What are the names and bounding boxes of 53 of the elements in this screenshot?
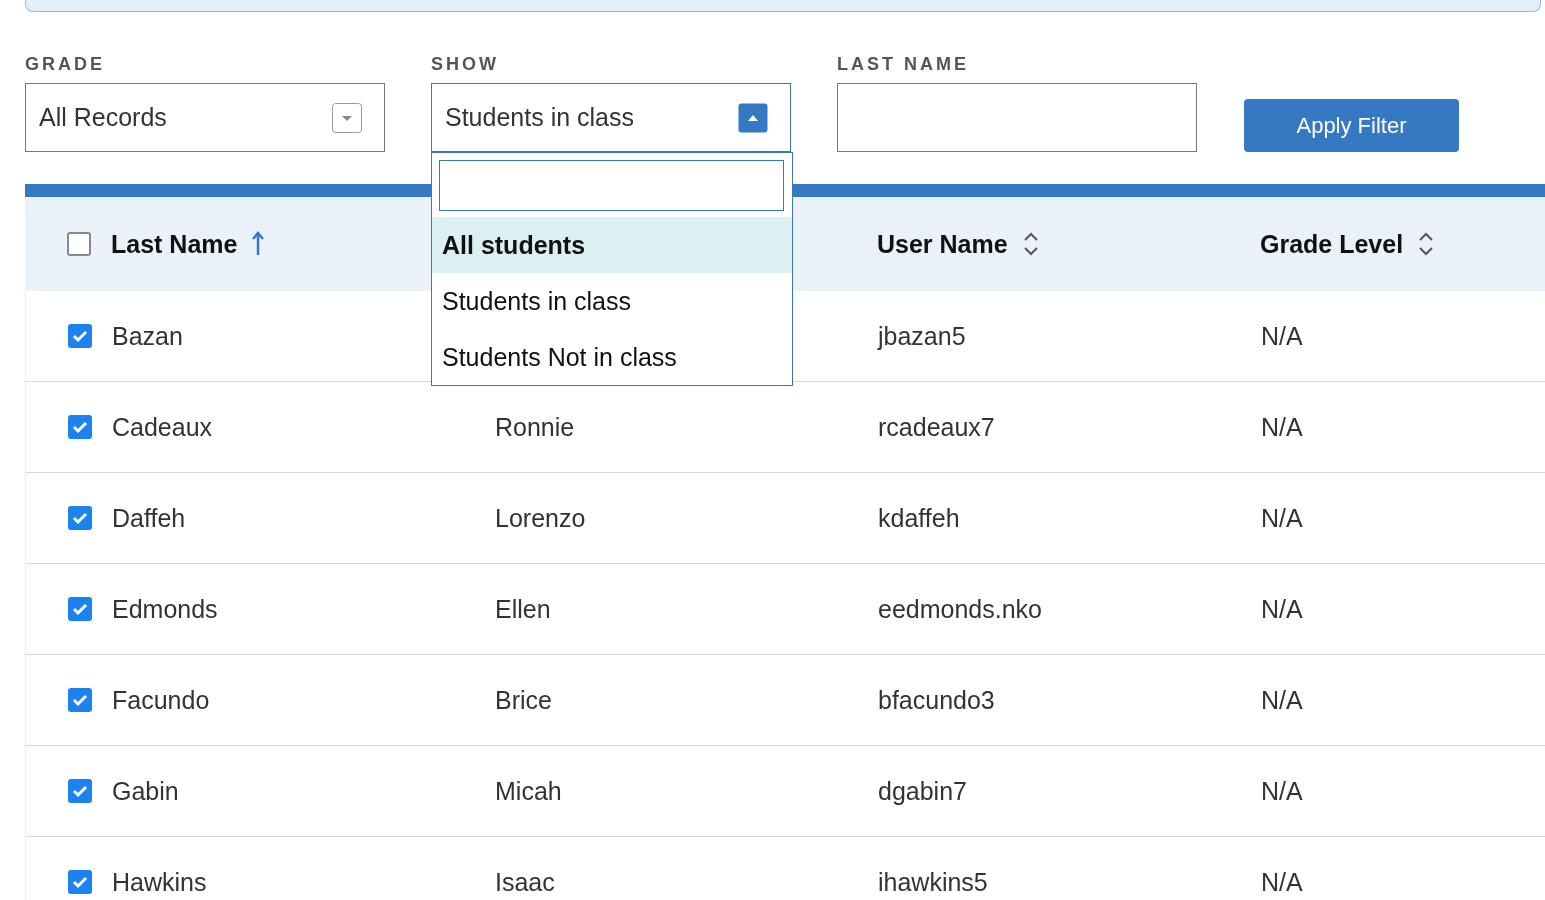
checkbox[interactable]	[67, 232, 91, 256]
table-cell: rcadeaux7	[878, 412, 995, 441]
filter-label: SHOW	[431, 53, 500, 75]
checkbox[interactable]	[68, 688, 92, 712]
table-cell: Facundo	[112, 685, 210, 714]
column-header[interactable]: Last Name	[111, 229, 238, 259]
sort-icon[interactable]	[1021, 231, 1040, 257]
dropdown-option[interactable]: Students Not in class	[432, 329, 792, 385]
table-cell: ihawkins5	[878, 867, 988, 896]
table-cell: dgabin7	[878, 776, 967, 805]
table-cell: kdaffeh	[878, 503, 960, 532]
sort-icon[interactable]	[1417, 231, 1436, 257]
dropdown-option[interactable]: Students in class	[432, 273, 792, 329]
table-cell: N/A	[1261, 321, 1303, 350]
sort-ascending-icon[interactable]	[251, 231, 266, 257]
dropdown-option[interactable]: All students	[432, 217, 792, 273]
table-cell: Hawkins	[112, 867, 207, 896]
table-cell: Edmonds	[112, 594, 218, 623]
table-cell: Brice	[495, 685, 552, 714]
table-cell: Bazan	[112, 321, 183, 350]
filter-label: GRADE	[25, 53, 106, 75]
search-field[interactable]	[439, 160, 784, 211]
table-cell: Cadeaux	[112, 412, 213, 441]
column-header[interactable]: Grade Level	[1260, 229, 1404, 259]
table-cell: eedmonds.nko	[878, 594, 1042, 623]
table-cell: jbazan5	[878, 321, 966, 350]
checkbox[interactable]	[68, 415, 92, 439]
table-cell: Daffeh	[112, 503, 186, 532]
table-cell: Isaac	[495, 867, 555, 896]
last-name-field[interactable]	[837, 83, 1197, 152]
caret-down-icon	[332, 102, 362, 133]
table-cell: Micah	[495, 776, 562, 805]
checkbox[interactable]	[68, 324, 92, 348]
table-cell: Ellen	[495, 594, 551, 623]
checkbox[interactable]	[68, 597, 92, 621]
table-cell: Gabin	[112, 776, 179, 805]
table-cell: N/A	[1261, 867, 1303, 896]
caret-up-icon	[738, 102, 768, 133]
checkbox[interactable]	[68, 506, 92, 530]
select-field[interactable]: All Records	[25, 83, 385, 152]
table-cell: bfacundo3	[878, 685, 995, 714]
table-cell: Lorenzo	[495, 503, 586, 532]
checkbox[interactable]	[68, 779, 92, 803]
table-cell: N/A	[1261, 594, 1303, 623]
table-cell: N/A	[1261, 503, 1303, 532]
checkbox[interactable]	[68, 870, 92, 894]
column-header[interactable]: User Name	[877, 229, 1008, 259]
table-cell: N/A	[1261, 685, 1303, 714]
table-cell: N/A	[1261, 776, 1303, 805]
apply-filter-button[interactable]: Apply Filter	[1244, 99, 1459, 152]
filter-label: LAST NAME	[837, 53, 970, 75]
table-cell: Ronnie	[495, 412, 575, 441]
table-cell: N/A	[1261, 412, 1303, 441]
